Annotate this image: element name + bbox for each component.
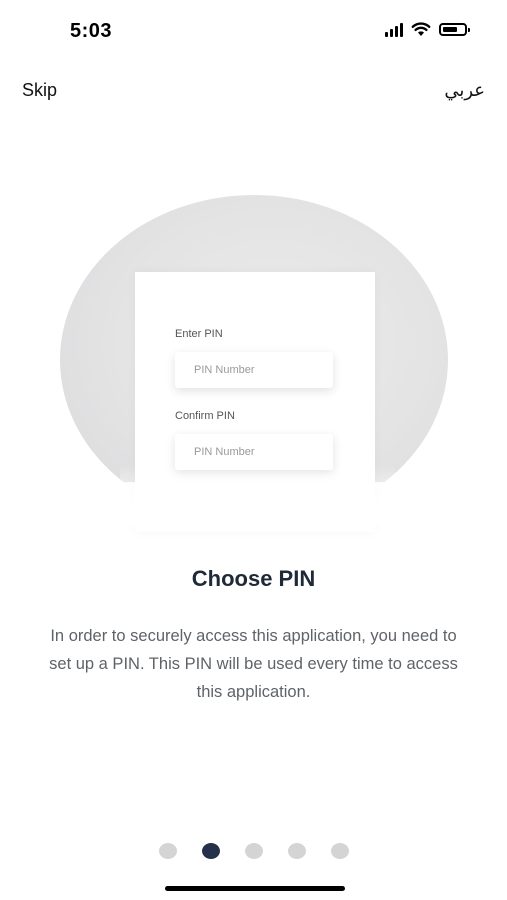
status-time: 5:03 xyxy=(70,20,113,42)
page-title: Choose PIN xyxy=(191,566,316,591)
pagination-dot-5[interactable] xyxy=(330,843,349,859)
illustration-enter-pin-field: PIN Number xyxy=(175,352,333,388)
pagination-dot-2-active[interactable] xyxy=(201,843,220,859)
illustration-confirm-pin-label: Confirm PIN xyxy=(175,410,235,422)
illustration-fade xyxy=(120,465,395,525)
pin-illustration: Enter PIN PIN Number Confirm PIN PIN Num… xyxy=(60,195,448,532)
pagination-dot-3[interactable] xyxy=(244,843,263,859)
home-indicator[interactable] xyxy=(165,886,345,891)
status-icons xyxy=(385,22,470,37)
battery-icon xyxy=(439,23,470,36)
status-bar: 5:03 xyxy=(0,0,507,60)
pagination-dot-4[interactable] xyxy=(287,843,306,859)
skip-button[interactable]: Skip xyxy=(22,80,57,101)
illustration-enter-pin-label: Enter PIN xyxy=(175,328,223,340)
pagination-dot-1[interactable] xyxy=(158,843,177,859)
wifi-icon xyxy=(411,22,431,37)
page-description: In order to securely access this applica… xyxy=(49,627,458,701)
signal-icon xyxy=(385,22,403,37)
pagination-dots xyxy=(0,843,507,859)
language-toggle-button[interactable]: عربي xyxy=(444,80,485,101)
